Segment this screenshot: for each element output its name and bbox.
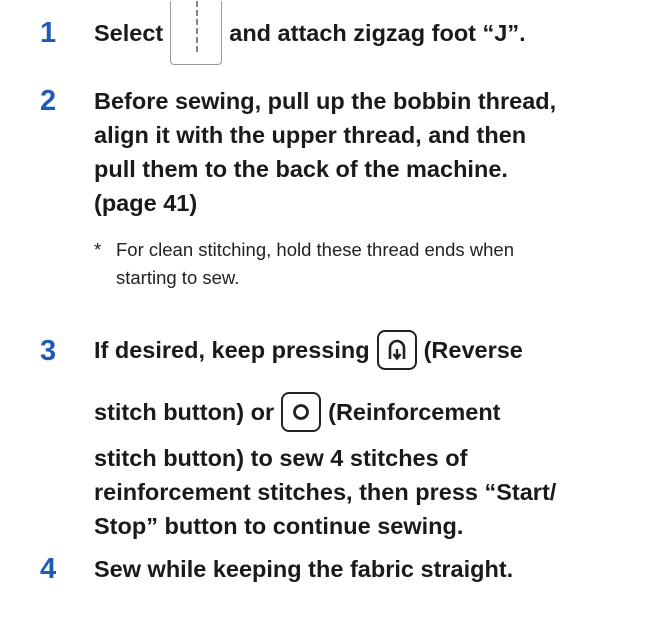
step-text-before-icon: Select <box>94 20 164 46</box>
step-text-after-icon: (Reverse <box>423 337 523 363</box>
step-text: Sew while keeping the fabric straight. <box>94 552 634 586</box>
step-text-after-icon: and attach zigzag foot “J”. <box>229 20 526 46</box>
step-text: Before sewing, pull up the bobbin thread… <box>94 84 634 220</box>
step-number: 4 <box>40 553 57 585</box>
step-line: (page 41) <box>94 190 198 216</box>
step-line: stitch button) or (Reinforcement <box>94 383 634 441</box>
note-line: For clean stitching, hold these thread e… <box>116 239 514 260</box>
note-line: starting to sew. <box>116 267 240 288</box>
step-line: Sew while keeping the fabric straight. <box>94 556 514 582</box>
step-line: align it with the upper thread, and then <box>94 122 527 148</box>
step-line: Before sewing, pull up the bobbin thread… <box>94 88 557 114</box>
step-text: If desired, keep pressing (Reverse stitc… <box>94 317 634 543</box>
step-line: stitch button) to sew 4 stitches of <box>94 445 468 471</box>
step-number: 3 <box>40 335 57 367</box>
step-line: If desired, keep pressing (Reverse <box>94 317 634 383</box>
step-line: reinforcement stitches, then press “Star… <box>94 479 557 505</box>
step-text: Select and attach zigzag foot “J”. <box>94 0 634 66</box>
step-number: 2 <box>40 85 57 117</box>
step-text-before-icon: stitch button) or <box>94 399 275 425</box>
step-line: Select and attach zigzag foot “J”. <box>94 0 634 66</box>
step-line: pull them to the back of the machine. <box>94 156 508 182</box>
step-text-before-icon: If desired, keep pressing <box>94 337 370 363</box>
note-marker: * <box>94 239 102 260</box>
reinforcement-stitch-icon <box>281 392 322 432</box>
reverse-stitch-icon <box>376 330 417 370</box>
step-text-after-icon: (Reinforcement <box>328 399 501 425</box>
straight-stitch-icon <box>170 1 223 65</box>
step-line: Stop” button to continue sewing. <box>94 513 464 539</box>
step-number: 1 <box>40 17 57 49</box>
note-text: For clean stitching, hold these thread e… <box>116 236 616 292</box>
